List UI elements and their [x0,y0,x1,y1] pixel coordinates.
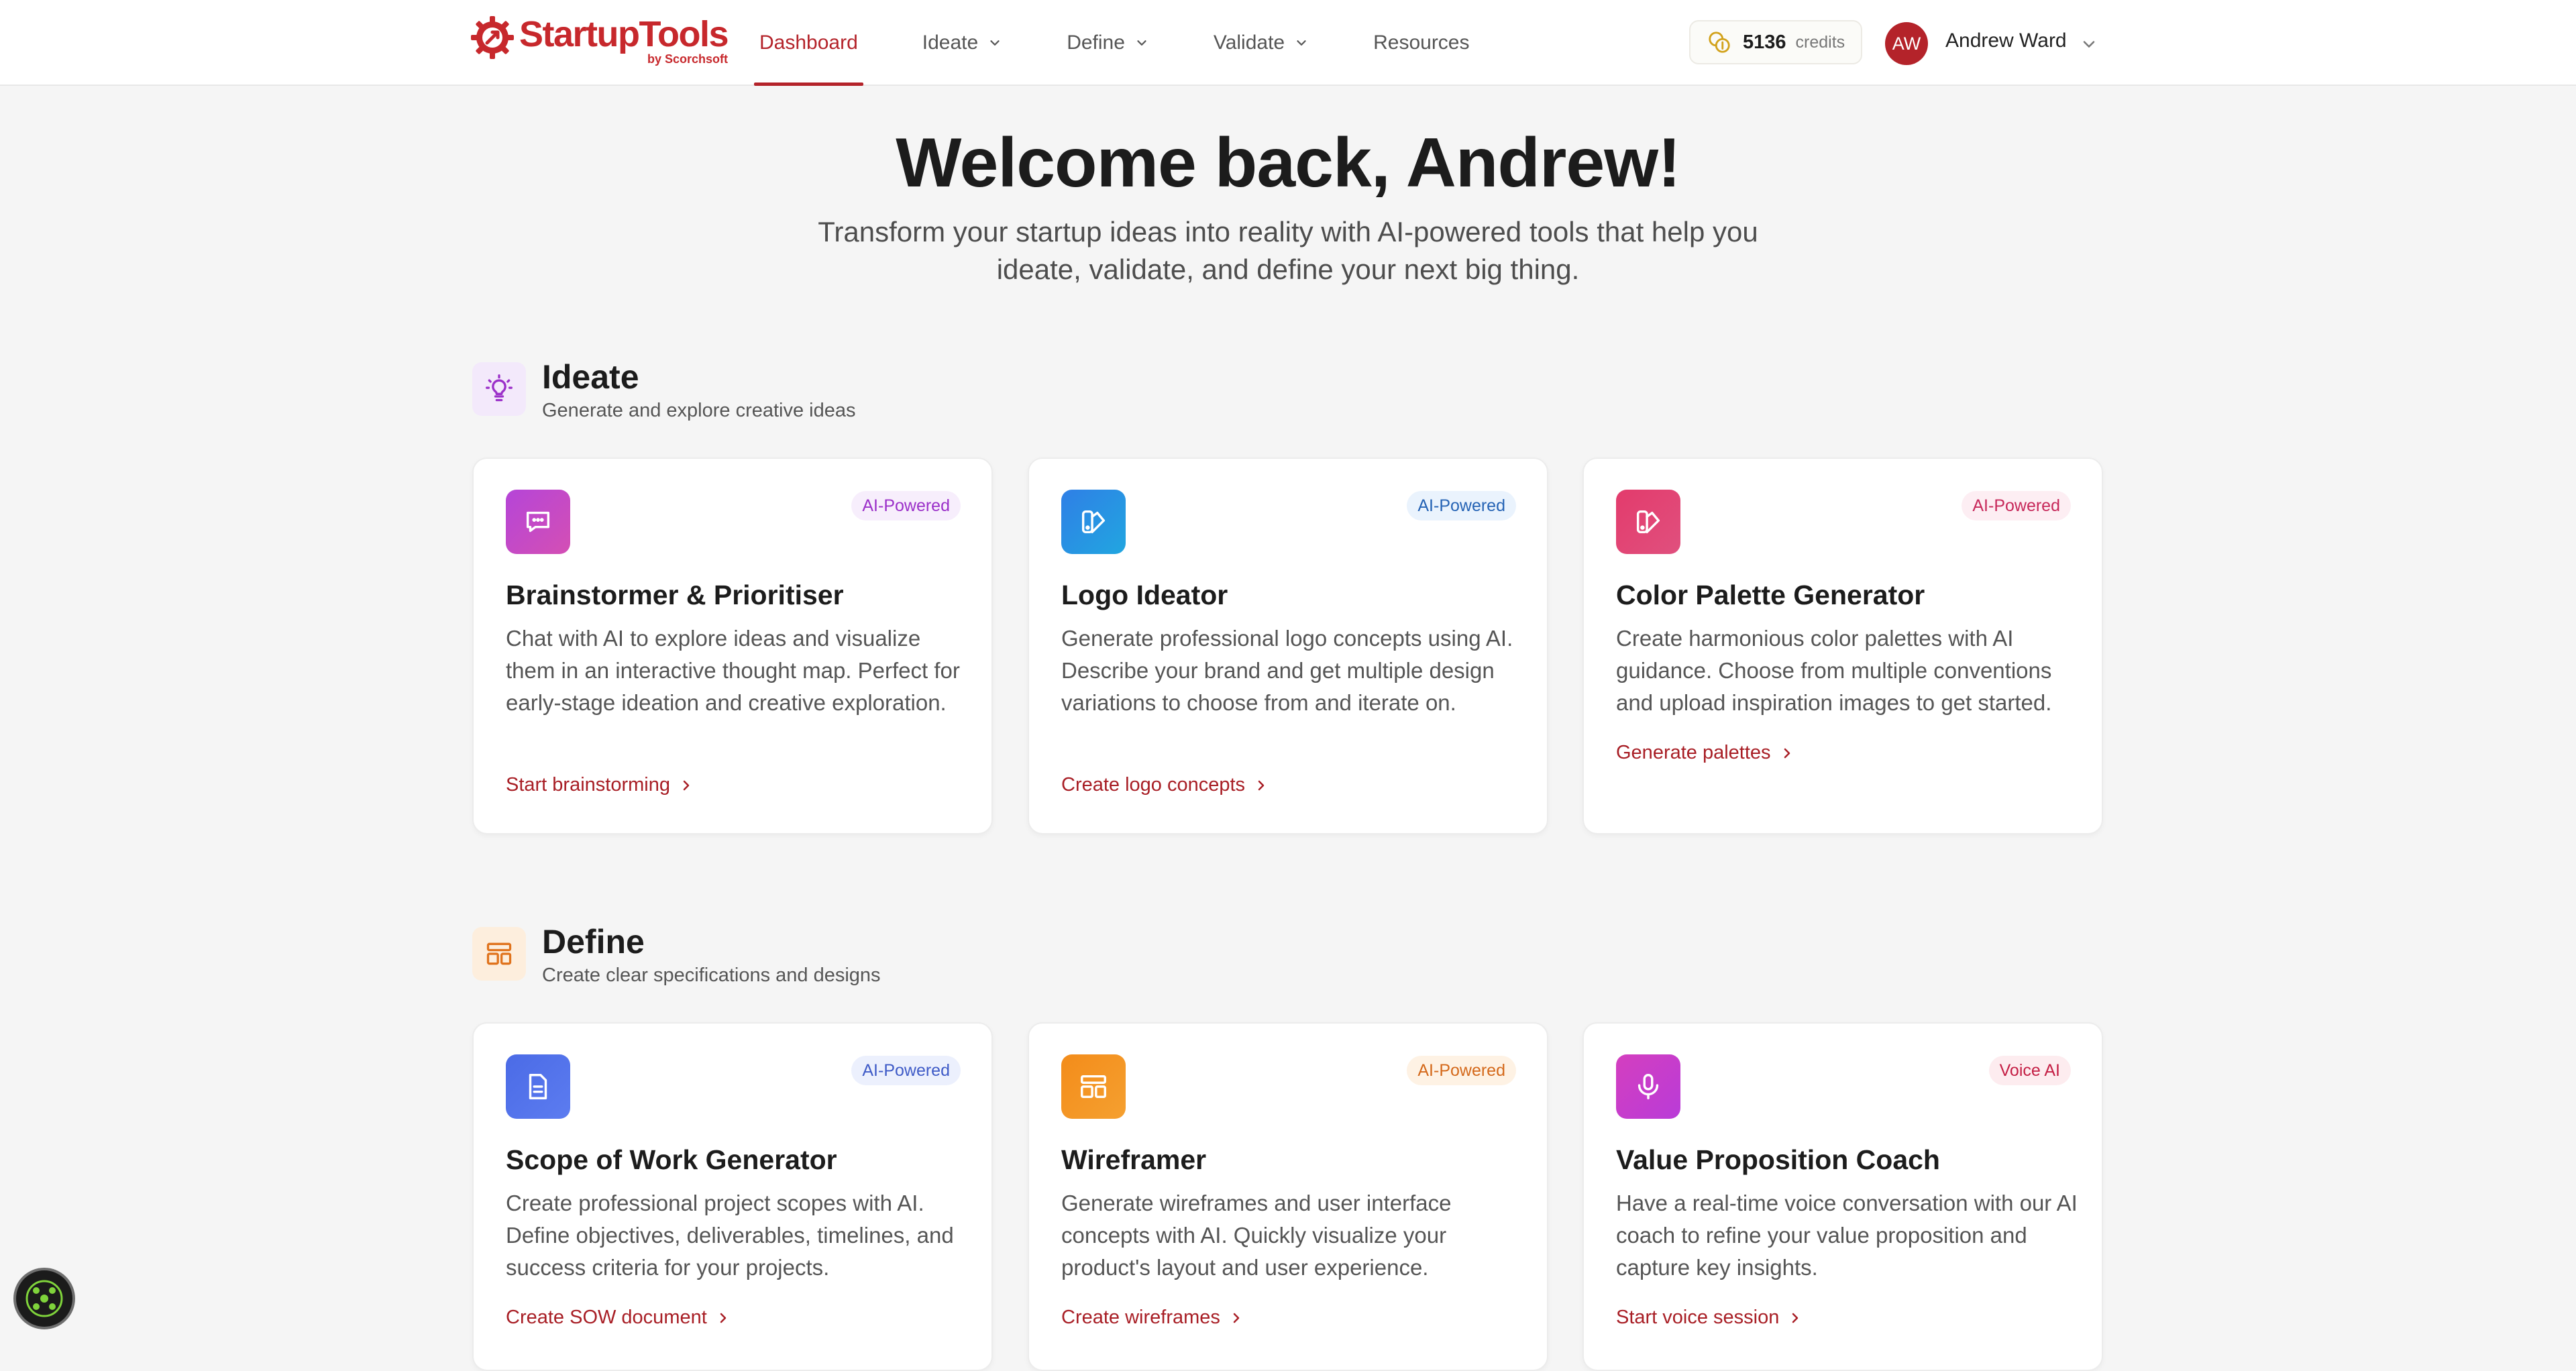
nav-label: Dashboard [759,32,858,54]
chevron-right-icon [1792,1313,1799,1323]
section-description: Create clear specifications and designs [542,965,881,986]
card-link-label: Start brainstorming [506,774,670,796]
nav-label: Validate [1213,32,1285,54]
credits-value: 5136 [1743,31,1786,53]
nav-ideate[interactable]: Ideate [917,0,1008,86]
card-title: Logo Ideator [1061,580,1228,610]
ai-badge: AI-Powered [851,1056,961,1085]
card-link-label: Start voice session [1616,1307,1780,1328]
page-title: Welcome back, Andrew! [896,124,1681,202]
card-title: Value Proposition Coach [1616,1144,1940,1175]
chat-icon [526,511,550,533]
brand-logo[interactable]: StartupTools by Scorchsoft [470,13,729,74]
card-link-label: Create SOW document [506,1307,707,1328]
chevron-down-icon [990,40,1000,46]
card-link-label: Generate palettes [1616,742,1771,763]
ideate-section-icon [472,362,526,416]
card-link-create-wireframes[interactable]: Create wireframes [1061,1307,1244,1329]
section-description: Generate and explore creative ideas [542,400,856,421]
tool-card-color-palette[interactable]: AI-Powered Color Palette Generator Creat… [1582,457,2103,834]
chevron-down-icon [1297,40,1306,46]
card-description: Create harmonious color palettes with AI… [1616,626,2052,715]
tool-card-logo-ideator[interactable]: AI-Powered Logo Ideator Generate profess… [1028,457,1548,834]
card-link-start-brainstorming[interactable]: Start brainstorming [506,774,694,796]
define-section-icon [472,927,526,981]
tool-card-scope-of-work[interactable]: AI-Powered Scope of Work Generator Creat… [472,1022,993,1371]
chevron-right-icon [720,1313,727,1323]
top-navbar: StartupTools by Scorchsoft Dashboard Ide… [0,0,2576,86]
card-title: Scope of Work Generator [506,1144,837,1175]
card-link-label: Create wireframes [1061,1307,1220,1328]
tool-card-value-proposition-coach[interactable]: Voice AI Value Proposition Coach Have a … [1582,1022,2103,1371]
chevron-down-icon[interactable] [2080,35,2098,54]
nav-label: Resources [1373,32,1470,54]
card-icon-box [506,490,570,554]
microphone-icon [1638,1074,1659,1099]
gear-logo-icon [471,16,514,59]
card-icon-box [1616,1054,1680,1119]
chevron-down-icon [1137,40,1146,46]
nav-validate[interactable]: Validate [1208,0,1314,86]
tool-card-wireframer[interactable]: AI-Powered Wireframer Generate wireframe… [1028,1022,1548,1371]
brand-name: StartupTools [519,14,729,54]
card-icon-box [506,1054,570,1119]
assistant-icon [25,1280,63,1317]
section-title: Ideate [542,358,639,396]
ai-badge: AI-Powered [851,491,961,520]
coins-icon [1709,32,1730,53]
main-nav: Dashboard Ideate Define Validate Resourc… [754,0,1529,86]
palette-icon [1636,510,1660,534]
card-icon-box [1061,490,1126,554]
card-icon-box [1616,490,1680,554]
nav-label: Ideate [922,32,979,54]
page-subtitle: Transform your startup ideas into realit… [818,216,1758,285]
card-title: Wireframer [1061,1144,1207,1175]
card-title: Color Palette Generator [1616,580,1925,610]
card-link-create-logo-concepts[interactable]: Create logo concepts [1061,774,1269,796]
nav-define[interactable]: Define [1061,0,1155,86]
nav-dashboard[interactable]: Dashboard [754,0,863,86]
user-avatar[interactable]: AW [1885,22,1928,65]
card-description: Generate professional logo concepts usin… [1061,626,1513,715]
card-description: Create professional project scopes with … [506,1191,954,1280]
document-icon [529,1074,547,1099]
layout-icon [486,942,512,965]
nav-label: Define [1067,32,1125,54]
ai-badge: AI-Powered [1962,491,2071,520]
card-description: Generate wireframes and user interface c… [1061,1191,1452,1280]
wireframe-icon [1081,1075,1106,1099]
chevron-right-icon [1258,780,1265,790]
card-icon-box [1061,1054,1126,1119]
credits-badge[interactable]: 5136 credits [1689,20,1862,64]
lightbulb-icon [486,374,513,402]
avatar-initials: AW [1892,33,1921,54]
swatch-icon [1081,510,1106,534]
chevron-right-icon [1784,748,1790,758]
voice-ai-badge: Voice AI [1988,1056,2071,1085]
card-link-generate-palettes[interactable]: Generate palettes [1616,742,1795,764]
credits-label: credits [1795,32,1845,52]
assistant-widget[interactable] [13,1268,75,1329]
nav-resources[interactable]: Resources [1368,0,1474,86]
ai-badge: AI-Powered [1407,1056,1516,1085]
chevron-right-icon [683,780,690,790]
card-title: Brainstormer & Prioritiser [506,580,844,610]
ai-badge: AI-Powered [1407,491,1516,520]
tool-card-brainstormer[interactable]: AI-Powered Brainstormer & Prioritiser Ch… [472,457,993,834]
card-description: Have a real-time voice conversation with… [1616,1191,2078,1280]
user-name[interactable]: Andrew Ward [1945,30,2067,52]
section-title: Define [542,923,645,961]
chevron-right-icon [1233,1313,1240,1323]
card-link-label: Create logo concepts [1061,774,1246,796]
card-link-start-voice-session[interactable]: Start voice session [1616,1307,1803,1329]
card-link-create-sow[interactable]: Create SOW document [506,1307,731,1329]
card-description: Chat with AI to explore ideas and visual… [506,626,960,715]
brand-sub: by Scorchsoft [647,52,728,66]
